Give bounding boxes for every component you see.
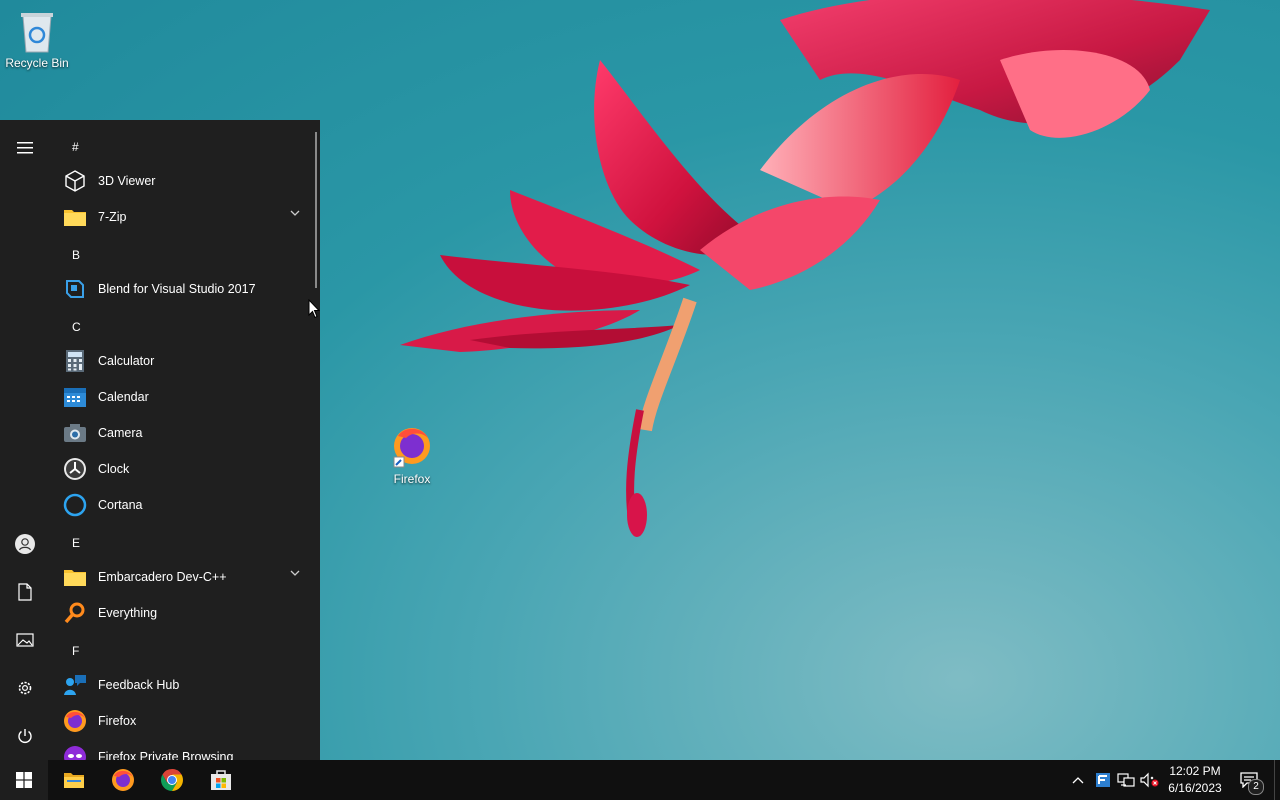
cube-icon [65,170,85,192]
app-embarcadero-folder[interactable]: Embarcadero Dev-C++ [60,559,312,595]
documents-button[interactable] [5,572,45,612]
app-label: Calendar [98,390,149,404]
app-clock[interactable]: Clock [60,451,312,487]
app-label: 7-Zip [98,210,127,224]
app-label: Feedback Hub [98,678,180,692]
firefox-shortcut-icon [393,428,430,468]
app-list-scrollbar[interactable] [315,132,317,288]
chevron-down-icon[interactable] [290,570,300,576]
menu-icon [17,142,33,154]
app-cortana[interactable]: Cortana [60,487,312,523]
private-browsing-icon [64,746,86,760]
group-header-hash[interactable]: # [72,140,79,154]
show-hidden-icons-button[interactable] [1068,760,1088,800]
app-feedback-hub[interactable]: Feedback Hub [60,667,312,703]
feedback-icon [64,675,86,695]
tray-app-button[interactable] [1093,760,1113,800]
group-header-b[interactable]: B [72,248,80,262]
tray-app-icon [1096,773,1110,787]
group-header-c[interactable]: C [72,320,81,334]
chevron-down-icon[interactable] [290,210,300,216]
user-account-button[interactable] [5,524,45,564]
app-list: # 3D Viewer 7-Zip B Blend for Visual Stu… [50,120,312,760]
clock-date: 6/16/2023 [1168,781,1222,795]
app-firefox-private[interactable]: Firefox Private Browsing [60,739,312,760]
settings-button[interactable] [5,668,45,708]
store-icon [211,770,231,790]
start-menu: # 3D Viewer 7-Zip B Blend for Visual Stu… [0,120,320,760]
folder-icon [64,570,86,586]
show-desktop-button[interactable] [1274,760,1280,800]
group-header-f[interactable]: F [72,644,79,658]
expand-menu-button[interactable] [5,128,45,168]
taskbar-clock[interactable]: 12:02 PM 6/16/2023 [1160,763,1230,797]
calculator-icon [66,350,84,372]
app-label: Firefox [98,714,137,728]
power-icon [18,729,32,743]
notification-count-badge: 2 [1248,779,1264,795]
chevron-up-icon [1072,777,1084,784]
calendar-icon [64,388,86,407]
app-label: Cortana [98,498,143,512]
firefox-icon [112,769,134,791]
app-label: 3D Viewer [98,174,156,188]
magnifier-icon [64,602,85,624]
app-camera[interactable]: Camera [60,415,312,451]
windows-start-icon [16,772,32,788]
app-calendar[interactable]: Calendar [60,379,312,415]
settings-icon [18,681,32,695]
start-rail [0,120,50,760]
firefox-desktop-icon[interactable]: Firefox [375,424,449,486]
store-taskbar-button[interactable] [197,760,245,800]
app-3d-viewer[interactable]: 3D Viewer [60,163,312,199]
clock-icon [64,458,86,480]
chrome-icon [161,769,183,791]
recycle-bin-label: Recycle Bin [5,56,69,70]
documents-icon [18,583,32,601]
app-label: Clock [98,462,130,476]
mouse-cursor-icon [308,299,320,319]
pictures-button[interactable] [5,620,45,660]
blend-icon [66,280,84,298]
recycle-bin-desktop-icon[interactable]: Recycle Bin [0,8,74,70]
folder-icon [64,210,86,226]
app-7zip-folder[interactable]: 7-Zip [60,199,312,235]
app-label: Calculator [98,354,155,368]
network-icon [1117,773,1135,787]
app-label: Embarcadero Dev-C++ [98,570,227,584]
pictures-icon [16,633,34,647]
app-label: Everything [98,606,158,620]
chrome-taskbar-button[interactable] [148,760,196,800]
group-header-e[interactable]: E [72,536,80,550]
app-label: Firefox Private Browsing [98,750,234,760]
file-explorer-taskbar-button[interactable] [50,760,98,800]
app-calculator[interactable]: Calculator [60,343,312,379]
cortana-icon [63,493,87,517]
app-label: Blend for Visual Studio 2017 [98,282,256,296]
file-explorer-icon [64,773,84,788]
clock-time: 12:02 PM [1169,764,1221,778]
firefox-icon [64,710,86,732]
taskbar [0,760,1280,800]
recycle-bin-icon [21,13,53,53]
volume-muted-icon [1140,772,1159,788]
power-button[interactable] [5,716,45,756]
app-firefox[interactable]: Firefox [60,703,312,739]
app-everything[interactable]: Everything [60,595,312,631]
firefox-taskbar-button[interactable] [99,760,147,800]
user-icon [15,534,35,554]
app-blend[interactable]: Blend for Visual Studio 2017 [60,271,312,307]
volume-button[interactable] [1139,760,1161,800]
firefox-desktop-label: Firefox [393,472,431,486]
camera-icon [64,424,86,442]
network-button[interactable] [1116,760,1136,800]
app-label: Camera [98,426,143,440]
start-button[interactable] [0,760,48,800]
